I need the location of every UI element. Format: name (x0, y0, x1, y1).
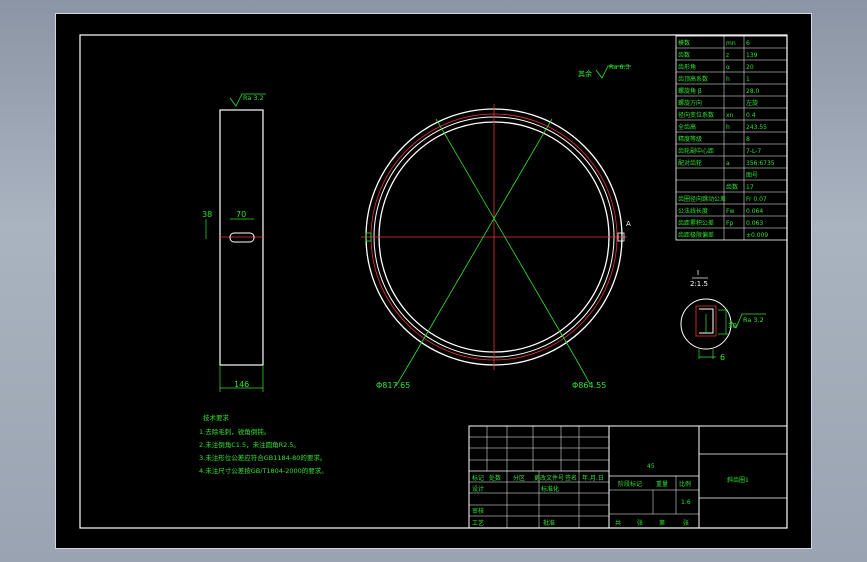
param-cell: 28.0 (746, 88, 760, 95)
row-label-mark: 标记 (472, 474, 484, 482)
param-cell: Fw (726, 208, 734, 215)
label-standardization: 标准化 (541, 485, 559, 493)
param-cell: 径向变位系数 (678, 111, 714, 119)
param-cell: 20 (746, 64, 754, 71)
param-cell: 齿数 (678, 51, 690, 59)
dim-face-width: 146 (234, 380, 249, 389)
param-cell: Fr 0.07 (746, 196, 767, 203)
param-cell: 356.6735 (746, 160, 775, 167)
drawing-sheet: Ra 3.2 38 70 146 Φ817.65 Φ864.55 A 其余 Ra… (55, 13, 812, 549)
param-cell: ±0.009 (746, 232, 768, 239)
label-weight: 重量 (656, 480, 668, 488)
sheet-no-label: 第 (659, 519, 665, 527)
row-label-zone: 分区 (513, 474, 525, 482)
front-view: Φ817.65 Φ864.55 A 其余 Ra 6.3 (361, 63, 631, 390)
param-cell: mn (726, 40, 736, 47)
sheet-no-unit: 张 (683, 519, 689, 527)
param-cell: 0.063 (746, 220, 763, 227)
part-name: 斜齿圈1 (727, 476, 749, 484)
param-cell: 螺旋方向 (678, 99, 702, 107)
param-cell: 全齿高 (678, 123, 696, 131)
label-review: 审核 (472, 507, 484, 515)
param-cell: 7-L-7 (746, 148, 761, 155)
param-cell: 齿数 (726, 183, 738, 191)
dim-keyway-width: 70 (236, 210, 246, 219)
datum-mark: A (626, 220, 631, 228)
technical-notes: 技术要求 1.去除毛刺，锐角倒钝。 2.未注倒角C1.5，未注圆角R2.5。 3… (199, 413, 328, 475)
label-approve: 批准 (543, 519, 555, 527)
row-label-sign: 签名 (565, 474, 577, 482)
detail-view: I 2:1.5 30 Ra 3.2 6 (680, 269, 766, 362)
note-1: 1.去除毛刺，锐角倒钝。 (199, 427, 270, 436)
note-3: 3.未注形位公差应符合GB1184-80的要求。 (199, 453, 326, 462)
param-cell: Fp (726, 220, 733, 227)
label-process: 工艺 (472, 519, 484, 527)
param-cell: 齿圈径向跳动公差 (678, 195, 726, 203)
roughness-rest-prefix: 其余 (578, 69, 592, 78)
row-label-date: 年.月.日 (582, 474, 604, 482)
param-cell: z (726, 52, 729, 59)
roughness-top: Ra 3.2 (243, 94, 264, 102)
param-cell: xn (726, 112, 734, 119)
param-cell: 精度等级 (678, 135, 702, 143)
param-cell: 齿顶高系数 (678, 75, 708, 83)
parameter-table: 模数 mn 6 齿数 z 139 齿形角 α 20 齿顶高系数 h 1 螺旋角 β 28.0 螺旋方向 左旋径… (675, 35, 788, 241)
dim-keyway-offset: 38 (202, 210, 212, 219)
detail-scale: 2:1.5 (690, 280, 708, 288)
label-scale: 比例 (679, 480, 691, 488)
row-label-change-doc: 更改文件号 (534, 474, 564, 482)
roughness-detail: Ra 3.2 (743, 316, 764, 324)
roughness-rest: Ra 6.3 (609, 63, 630, 71)
drawing-frame (79, 34, 788, 529)
param-cell: 齿距累积公差 (678, 219, 714, 227)
param-cell: 螺旋角 β (678, 87, 702, 95)
param-cell: 左旋 (746, 99, 758, 107)
scale-value: 1:6 (681, 499, 691, 506)
param-cell: 0.4 (746, 112, 756, 119)
param-cell: 齿轮副中心距 (678, 147, 714, 155)
param-cell: a (726, 160, 730, 167)
param-cell: 配对齿轮 (678, 159, 702, 167)
note-4: 4.未注尺寸公差按GB/T1804-2000的要求。 (199, 466, 328, 475)
title-block: 标记 处数 分区 更改文件号 签名 年.月.日 设计 标准化 审核 工艺 批准 … (468, 425, 788, 529)
cad-drawing: Ra 3.2 38 70 146 Φ817.65 Φ864.55 A 其余 Ra… (79, 34, 788, 529)
dim-detail-width: 6 (720, 353, 725, 362)
param-cell: 243.55 (746, 124, 767, 131)
notes-title: 技术要求 (203, 413, 230, 422)
material: 45 (647, 463, 655, 470)
param-cell: 139 (746, 52, 758, 59)
param-cell: h (726, 76, 730, 83)
param-cell: h (726, 124, 730, 131)
param-cell: 6 (746, 40, 750, 47)
note-2: 2.未注倒角C1.5，未注圆角R2.5。 (199, 440, 300, 449)
param-cell: 模数 (678, 39, 690, 47)
param-cell: 0.064 (746, 208, 763, 215)
param-cell: 17 (746, 184, 754, 191)
label-design: 设计 (472, 485, 484, 493)
param-cell: 8 (746, 136, 750, 143)
dim-tip-diameter: Φ864.55 (572, 381, 606, 390)
param-cell: 公法线长度 (678, 207, 708, 215)
row-label-count: 处数 (489, 474, 501, 482)
side-view: Ra 3.2 38 70 146 (202, 93, 266, 392)
param-cell: 图号 (746, 172, 758, 179)
detail-label: I (697, 269, 699, 277)
sheets-total-unit: 张 (637, 519, 643, 527)
sheets-total-label: 共 (615, 519, 621, 527)
label-stage-mark: 阶段标记 (618, 480, 642, 488)
param-cell: α (726, 64, 730, 71)
param-cell: 齿距极限偏差 (678, 231, 714, 239)
param-cell: 1 (746, 76, 750, 83)
param-cell: 齿形角 (678, 63, 696, 71)
dim-root-diameter: Φ817.65 (376, 381, 410, 390)
